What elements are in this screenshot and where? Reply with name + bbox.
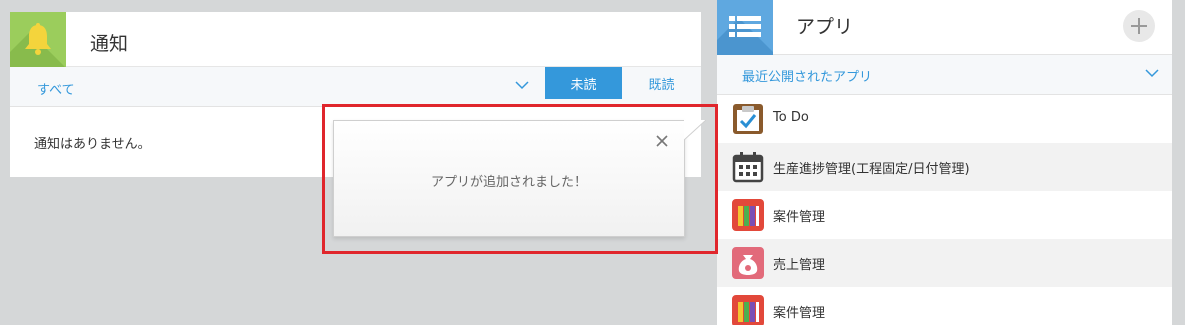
plus-icon [1131, 18, 1147, 34]
app-name: 案件管理 [773, 306, 826, 321]
app-name: 案件管理 [773, 210, 826, 225]
binders-icon [732, 295, 764, 325]
popup-pointer [684, 120, 706, 140]
add-app-button[interactable] [1123, 10, 1155, 42]
calendar-icon [732, 152, 764, 183]
todo-clipboard-icon [733, 104, 763, 134]
app-list-item[interactable]: 生産進捗管理(工程固定/日付管理) [717, 143, 1172, 191]
chevron-down-icon[interactable] [515, 81, 529, 90]
notification-filter-dropdown[interactable]: すべて [37, 79, 75, 98]
notifications-title: 通知 [90, 33, 129, 55]
app-list-item[interactable]: To Do [717, 95, 1172, 143]
tab-read-label: 既読 [648, 77, 675, 93]
tab-read[interactable]: 既読 [622, 67, 701, 99]
apps-title: アプリ [796, 16, 854, 38]
popup-message: アプリが追加されました！ [430, 175, 587, 190]
close-icon[interactable] [654, 133, 670, 149]
app-list-item[interactable]: 案件管理 [717, 191, 1172, 239]
apps-filter-bar[interactable]: 最近公開されたアプリ [717, 55, 1172, 95]
app-list: To Do 生産進捗管理(工程固定/日付管理) 案件管理 売上管理 案件管理 [717, 95, 1172, 325]
app-list-item[interactable]: 売上管理 [717, 239, 1172, 287]
app-added-popup: アプリが追加されました！ [333, 120, 685, 237]
binders-icon [732, 199, 764, 231]
app-name: 生産進捗管理(工程固定/日付管理) [773, 162, 970, 177]
app-name: 売上管理 [773, 258, 826, 273]
apps-panel: アプリ 最近公開されたアプリ To Do 生産進捗管理(工程固定/日付管理) 案… [717, 0, 1172, 325]
chevron-down-icon[interactable] [1145, 69, 1159, 78]
apps-header: アプリ [717, 0, 1172, 55]
app-list-item[interactable]: 案件管理 [717, 287, 1172, 325]
notifications-header: 通知 [10, 12, 701, 67]
tab-unread-label: 未読 [570, 77, 597, 93]
apps-filter-dropdown[interactable]: 最近公開されたアプリ [742, 66, 872, 85]
money-bag-icon [732, 247, 764, 279]
app-name: To Do [773, 110, 809, 125]
notifications-filter-bar: すべて 未読 既読 [10, 67, 701, 107]
tab-unread[interactable]: 未読 [545, 67, 622, 99]
list-icon [717, 0, 773, 55]
bell-icon [10, 12, 66, 67]
notifications-empty-message: 通知はありません。 [34, 137, 151, 152]
